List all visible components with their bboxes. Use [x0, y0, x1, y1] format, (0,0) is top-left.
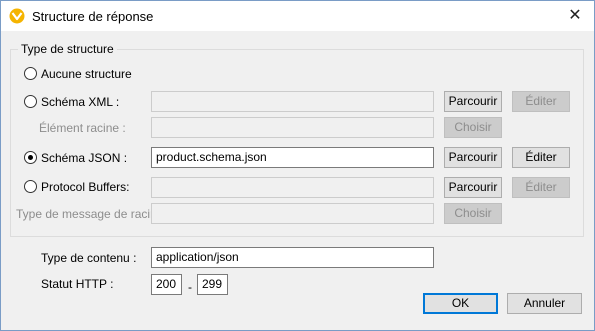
content-type-label: Type de contenu : — [41, 251, 137, 265]
root-element-label: Élément racine : — [39, 121, 126, 135]
radio-protocol-buffers[interactable] — [24, 180, 37, 193]
json-schema-label: Schéma JSON : — [41, 151, 128, 165]
cancel-button[interactable]: Annuler — [507, 293, 582, 314]
root-element-choose-button[interactable]: Choisir — [444, 117, 502, 138]
xml-schema-label: Schéma XML : — [41, 95, 120, 109]
root-message-choose-button[interactable]: Choisir — [444, 203, 502, 224]
http-status-to-field[interactable]: 299 — [197, 274, 228, 295]
window-title: Structure de réponse — [32, 9, 154, 24]
dialog-window: Structure de réponse ✕ Type de structure… — [0, 0, 595, 331]
content-type-field[interactable]: application/json — [151, 247, 434, 268]
protobuf-edit-button[interactable]: Éditer — [512, 177, 570, 198]
radio-no-structure[interactable] — [24, 67, 37, 80]
root-message-type-label: Type de message de racine — [16, 207, 164, 221]
root-message-type-field[interactable] — [151, 203, 434, 224]
radio-selected-dot — [28, 155, 33, 160]
app-icon — [9, 8, 25, 24]
close-icon[interactable]: ✕ — [556, 1, 594, 31]
protocol-buffers-label: Protocol Buffers: — [41, 180, 130, 194]
title-bar: Structure de réponse ✕ — [1, 1, 594, 31]
http-status-label: Statut HTTP : — [41, 277, 114, 291]
no-structure-label: Aucune structure — [41, 67, 132, 81]
json-schema-field[interactable]: product.schema.json — [151, 147, 434, 168]
ok-button[interactable]: OK — [423, 293, 498, 314]
radio-json-schema[interactable] — [24, 151, 37, 164]
xml-schema-field[interactable] — [151, 91, 434, 112]
http-status-separator: - — [188, 280, 192, 294]
protocol-buffers-field[interactable] — [151, 177, 434, 198]
protobuf-browse-button[interactable]: Parcourir — [444, 177, 502, 198]
json-edit-button[interactable]: Éditer — [512, 147, 570, 168]
xml-browse-button[interactable]: Parcourir — [444, 91, 502, 112]
root-element-field[interactable] — [151, 117, 434, 138]
radio-xml-schema[interactable] — [24, 95, 37, 108]
xml-edit-button[interactable]: Éditer — [512, 91, 570, 112]
group-legend: Type de structure — [18, 42, 117, 56]
http-status-from-field[interactable]: 200 — [151, 274, 182, 295]
json-browse-button[interactable]: Parcourir — [444, 147, 502, 168]
